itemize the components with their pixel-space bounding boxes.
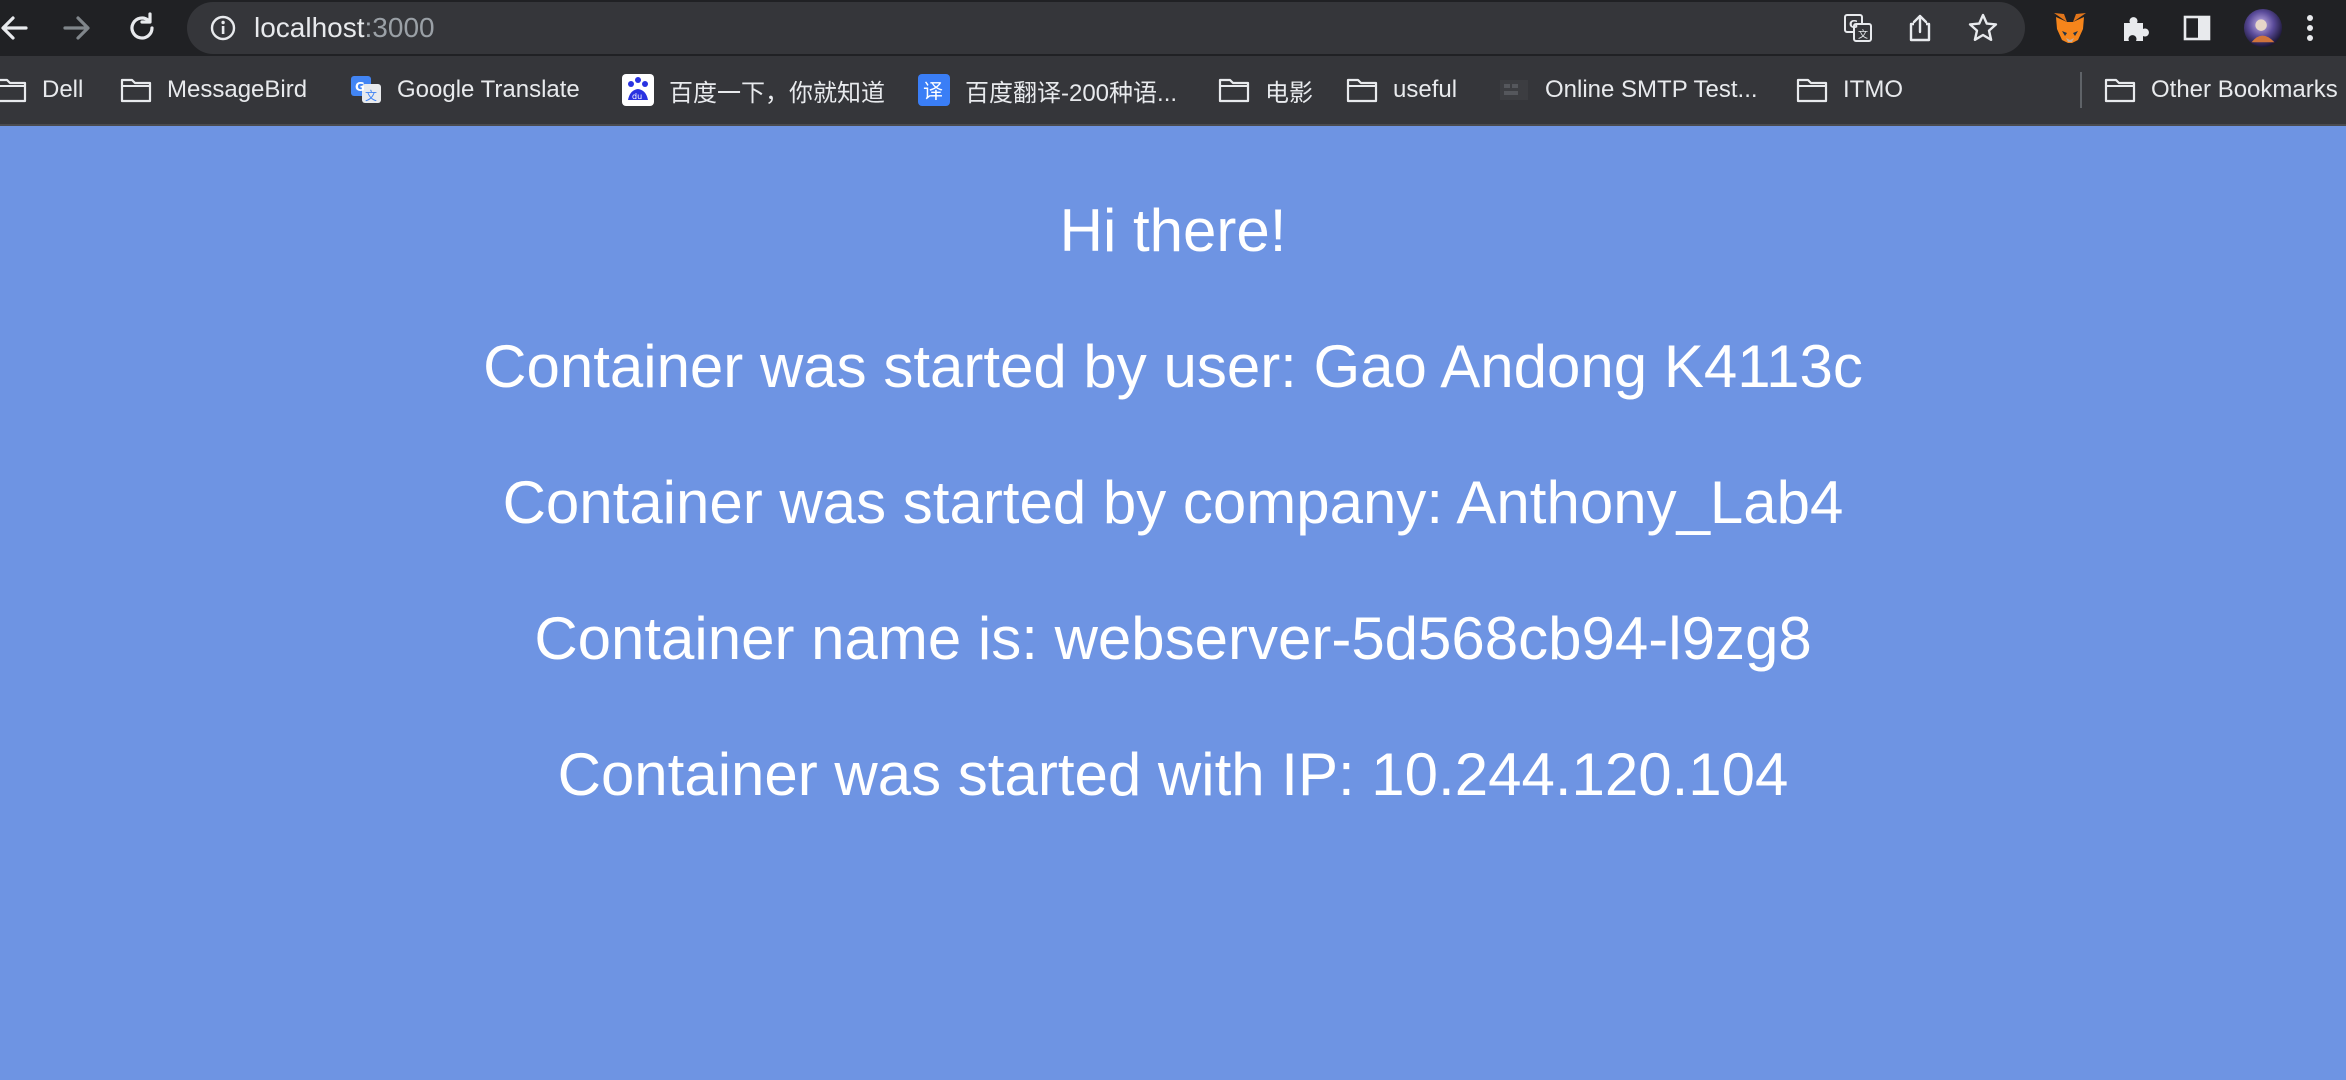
share-icon <box>1909 14 1931 42</box>
bookmark-star-button[interactable] <box>1967 12 1999 44</box>
folder-icon <box>119 76 153 104</box>
share-button[interactable] <box>1904 12 1936 44</box>
bookmark-label: 百度翻译-200种语... <box>965 79 1178 107</box>
bookmark-messagebird[interactable]: MessageBird <box>119 56 307 124</box>
bookmarks-bar: Dell MessageBird G文 Google Translate du … <box>0 56 2346 126</box>
translate-icon: G 文 <box>1844 14 1872 42</box>
bookmark-useful[interactable]: useful <box>1345 56 1457 124</box>
company-info-text: Container was started by company: Anthon… <box>502 469 1844 536</box>
arrow-right-icon <box>63 16 90 40</box>
google-translate-icon: G文 <box>349 76 383 104</box>
translate-page-button[interactable]: G 文 <box>1842 12 1874 44</box>
container-name-text: Container name is: webserver-5d568cb94-l… <box>534 605 1812 672</box>
container-ip-text: Container was started with IP: 10.244.12… <box>557 741 1789 808</box>
svg-text:文: 文 <box>1858 28 1868 41</box>
arrow-left-icon <box>1 16 28 40</box>
browser-menu-button[interactable] <box>2290 8 2330 48</box>
bookmark-online-smtp-test[interactable]: Online SMTP Test... <box>1497 56 1758 124</box>
url-port: :3000 <box>364 12 435 43</box>
svg-text:du: du <box>632 92 642 101</box>
bookmark-label: Dell <box>42 76 84 103</box>
svg-text:G: G <box>355 80 365 94</box>
bookmark-label: 电影 <box>1265 79 1313 107</box>
side-panel-icon <box>2183 15 2211 41</box>
side-panel-button[interactable] <box>2177 8 2217 48</box>
bookmark-label: MessageBird <box>167 76 308 103</box>
baidu-translate-icon: 译 <box>917 74 951 106</box>
folder-icon <box>0 76 28 104</box>
bookmark-label: Google Translate <box>397 76 580 103</box>
folder-icon <box>1795 76 1829 104</box>
bookmarks-separator <box>2080 72 2082 108</box>
svg-text:文: 文 <box>365 88 377 103</box>
bookmark-label: 百度一下，你就知道 <box>669 79 885 107</box>
star-icon <box>1968 13 1998 41</box>
reload-button[interactable] <box>122 8 162 48</box>
bookmark-itmo[interactable]: ITMO <box>1795 56 1903 124</box>
folder-icon <box>1217 76 1251 104</box>
back-button[interactable] <box>0 8 34 48</box>
bookmark-baidu[interactable]: du 百度一下，你就知道 <box>621 56 885 124</box>
avatar <box>2243 8 2283 48</box>
bookmark-label: Online SMTP Test... <box>1545 76 1758 103</box>
reload-icon <box>130 12 154 40</box>
folder-icon <box>1345 76 1379 104</box>
bookmark-label: useful <box>1393 76 1458 103</box>
profile-button[interactable] <box>2243 8 2283 48</box>
baidu-icon: du <box>621 74 655 106</box>
smtp-site-icon <box>1497 76 1531 104</box>
url-host: localhost <box>254 12 365 43</box>
bookmark-label: ITMO <box>1843 76 1903 103</box>
browser-toolbar: localhost:3000 G 文 <box>0 0 2346 56</box>
info-icon[interactable] <box>209 14 237 42</box>
url-text[interactable]: localhost:3000 <box>254 2 435 54</box>
folder-icon <box>2103 76 2137 104</box>
bookmark-other-bookmarks[interactable]: Other Bookmarks <box>2103 56 2338 124</box>
svg-text:G: G <box>1849 18 1858 31</box>
puzzle-piece-icon <box>2124 17 2149 41</box>
bookmark-baidu-translate[interactable]: 译 百度翻译-200种语... <box>917 56 1177 124</box>
bookmark-label: Other Bookmarks <box>2151 76 2338 103</box>
greeting-text: Hi there! <box>1059 197 1287 264</box>
user-info-text: Container was started by user: Gao Andon… <box>483 333 1863 400</box>
metamask-extension-button[interactable] <box>2050 8 2090 48</box>
more-vertical-icon <box>2307 15 2313 41</box>
browser-window: localhost:3000 G 文 Dell MessageBird G 文 … <box>0 0 2346 1080</box>
metamask-fox-icon <box>2054 13 2086 43</box>
svg-text:译: 译 <box>923 79 943 103</box>
bookmark-google-translate[interactable]: G文 Google Translate <box>349 56 580 124</box>
bookmark-movies[interactable]: 电影 <box>1217 56 1313 124</box>
address-bar[interactable]: localhost:3000 G 文 <box>187 2 2025 54</box>
forward-button[interactable] <box>57 8 97 48</box>
extensions-button[interactable] <box>2115 8 2155 48</box>
bookmark-dell[interactable]: Dell <box>0 56 83 124</box>
page-content: Hi there! Container was started by user:… <box>0 128 2346 1080</box>
